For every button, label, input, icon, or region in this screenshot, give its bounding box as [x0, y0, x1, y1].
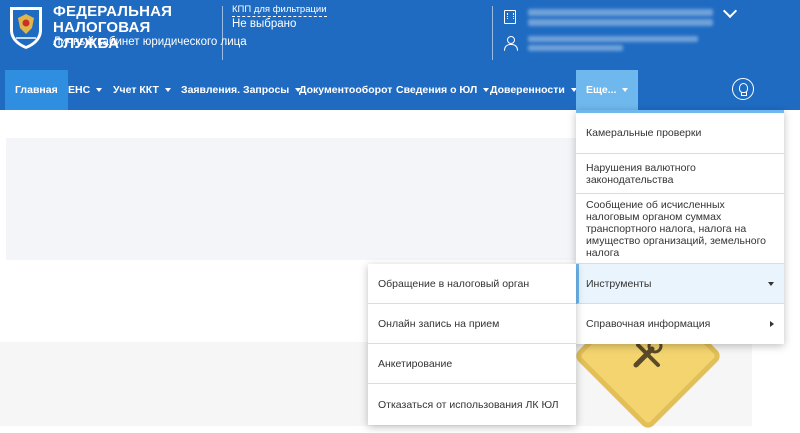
- kpp-filter-value[interactable]: Не выбрано: [232, 18, 296, 30]
- menu-item-label: Справочная информация: [586, 318, 711, 330]
- submenu-item-label: Отказаться от использования ЛК ЮЛ: [378, 398, 559, 411]
- submenu-item-label: Онлайн запись на прием: [378, 317, 500, 330]
- menu-item-label: Сообщение об исчисленных налоговым орган…: [586, 198, 767, 259]
- nav-item-company-info[interactable]: Сведения о ЮЛ: [396, 70, 490, 110]
- nav-item-label: Главная: [15, 84, 58, 96]
- caret-down-icon: [164, 88, 171, 93]
- menu-item-tax-notice[interactable]: Сообщение об исчисленных налоговым орган…: [576, 194, 784, 264]
- caret-down-icon: [483, 88, 490, 93]
- nav-item-label: Документооборот: [299, 84, 393, 96]
- nav-item-label: Сведения о ЮЛ: [396, 84, 478, 96]
- menu-item-reference-info[interactable]: Справочная информация: [576, 304, 784, 344]
- fns-emblem-icon: [10, 7, 42, 49]
- menu-item-label: Камеральные проверки: [586, 127, 702, 139]
- header-divider: [492, 6, 493, 60]
- menu-item-label: Нарушения валютного законодательства: [586, 161, 696, 186]
- submenu-item-survey[interactable]: Анкетирование: [368, 344, 576, 384]
- user-name-redacted: [528, 36, 698, 42]
- lightbulb-icon[interactable]: [732, 78, 754, 100]
- nav-item-label: ЕНС: [68, 84, 91, 96]
- submenu-item-label: Анкетирование: [378, 357, 453, 370]
- brand-subtitle: Личный кабинет юридического лица: [53, 36, 247, 48]
- nav-item-applications[interactable]: Заявления. Запросы: [181, 70, 302, 110]
- organization-icon: [504, 10, 516, 24]
- content-background: [6, 138, 576, 260]
- nav-item-label: Еще...: [586, 84, 617, 96]
- caret-right-icon: [770, 321, 774, 327]
- caret-down-icon: [96, 88, 103, 93]
- submenu-item-online-appointment[interactable]: Онлайн запись на прием: [368, 304, 576, 344]
- caret-down-icon: [622, 88, 629, 93]
- menu-item-currency-violations[interactable]: Нарушения валютного законодательства: [576, 154, 784, 194]
- chevron-down-icon[interactable]: [722, 3, 738, 19]
- nav-item-ens[interactable]: ЕНС: [68, 70, 103, 110]
- caret-down-icon: [768, 281, 774, 286]
- app-header: ФЕДЕРАЛЬНАЯ НАЛОГОВАЯ СЛУЖБА Личный каби…: [0, 0, 800, 70]
- menu-item-tools[interactable]: Инструменты: [576, 264, 784, 304]
- nav-item-kkt[interactable]: Учет ККТ: [113, 70, 171, 110]
- nav-item-label: Заявления. Запросы: [181, 84, 290, 96]
- header-divider: [222, 6, 223, 60]
- menu-item-desk-audits[interactable]: Камеральные проверки: [576, 113, 784, 154]
- nav-item-label: Доверенности: [490, 84, 565, 96]
- submenu-item-label: Обращение в налоговый орган: [378, 277, 530, 290]
- nav-item-powers-of-attorney[interactable]: Доверенности: [490, 70, 577, 110]
- menu-item-label: Инструменты: [586, 277, 652, 290]
- submenu-item-appeal[interactable]: Обращение в налоговый орган: [368, 264, 576, 304]
- submenu-item-opt-out[interactable]: Отказаться от использования ЛК ЮЛ: [368, 384, 576, 425]
- user-icon: [504, 36, 518, 51]
- nav-item-more[interactable]: Еще...: [576, 70, 639, 110]
- user-role-redacted: [528, 45, 623, 51]
- nav-item-home[interactable]: Главная: [5, 70, 68, 110]
- kpp-filter-link[interactable]: КПП для фильтрации: [232, 4, 327, 17]
- tools-submenu: Обращение в налоговый орган Онлайн запис…: [368, 264, 576, 425]
- organization-name-redacted: [528, 19, 713, 26]
- more-dropdown-menu: Камеральные проверки Нарушения валютного…: [576, 110, 784, 344]
- nav-item-label: Учет ККТ: [113, 84, 159, 96]
- organization-name-redacted: [528, 9, 713, 16]
- main-nav: Главная ЕНС Учет ККТ Заявления. Запросы …: [0, 70, 800, 110]
- nav-item-documents[interactable]: Документооборот: [299, 70, 392, 110]
